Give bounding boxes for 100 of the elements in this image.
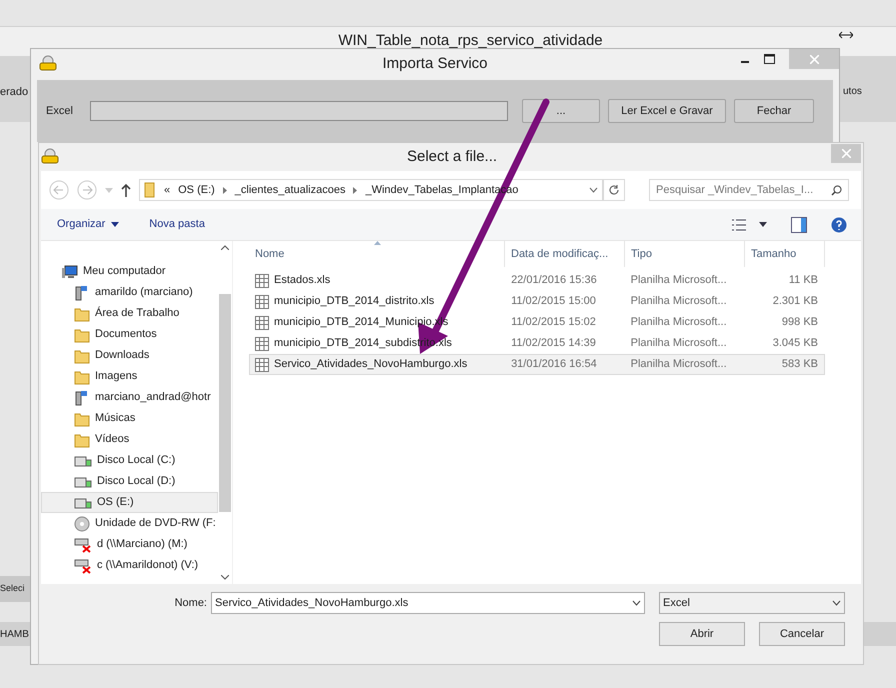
preview-pane-icon[interactable] [791,216,807,232]
table-cell-text: 11 KB [788,273,819,288]
dialog-title: Select a file... [407,146,498,167]
breadcrumb-item[interactable]: OS (E:) [178,182,215,198]
file-name: municipio_DTB_2014_distrito.xls [274,294,434,310]
network-drive-icon [74,390,90,406]
column-header[interactable]: Data de modificaç... [505,241,625,267]
nav-label: Músicas [95,411,136,426]
form-button[interactable]: Ler Excel e Gravar [608,99,726,123]
scroll-down-icon[interactable] [221,575,229,580]
nav-label: marciano_andrad@hotr [95,390,211,406]
table-cell-text: Planilha Microsoft... [630,273,728,288]
refresh-icon [608,184,620,196]
nav-label: Documentos [95,327,157,342]
folder-icon [74,368,90,384]
breadcrumb-overflow[interactable]: « [164,182,170,198]
nav-label: Imagens [95,369,138,384]
folder-icon [74,348,90,364]
caret-icon[interactable] [759,222,767,227]
dialog-button[interactable]: Abrir [659,622,745,646]
maximize-icon[interactable] [764,54,775,64]
scrollbar-thumb[interactable] [219,294,231,512]
app-logo-icon [41,148,59,164]
computer-icon [62,264,78,278]
toolbar-button[interactable]: Nova pasta [149,216,205,233]
column-header[interactable]: Tamanho [745,241,825,267]
nav-item[interactable]: marciano_andrad@hotr [41,387,218,408]
table-cell-text: 3.045 KB [772,336,819,352]
chevron-down-icon [632,600,641,606]
scroll-up-icon[interactable] [221,245,229,250]
network-drive-icon [74,284,90,300]
help-icon[interactable] [831,216,847,232]
nav-item[interactable]: d (\\Marciano) (M:) [41,534,218,555]
nav-item[interactable]: Músicas [41,408,218,429]
nav-item[interactable]: Disco Local (C:) [41,450,218,471]
nav-label: d (\\Marciano) (M:) [97,537,188,552]
nav-item[interactable]: amarildo (marciano) [41,282,218,303]
file-row[interactable]: municipio_DTB_2014_distrito.xls 11/02/2015 15:00 Planilha Microsoft... 2.301 KB [249,291,825,312]
up-arrow-icon[interactable] [121,183,131,197]
folder-icon [74,306,90,322]
dialog-title: Importa Servico [382,54,488,74]
nav-label: Disco Local (C:) [97,453,176,468]
dialog-button[interactable]: Cancelar [759,622,845,646]
file-row[interactable]: Estados.xls 22/01/2016 15:36 Planilha Microsoft... 11 KB [249,270,825,291]
file-type-select[interactable]: Excel [659,592,845,614]
table-cell-text: Planilha Microsoft... [630,336,728,352]
app-logo-icon [39,55,57,71]
form-button[interactable]: ... [522,99,600,123]
search-field[interactable]: Pesquisar _Windev_Tabelas_I... [649,179,849,201]
folder-icon [144,182,156,198]
table-cell-text: 2.301 KB [772,294,819,310]
folder-icon [74,410,90,426]
disconnected-drive-icon [74,558,92,574]
nav-item[interactable]: Imagens [41,366,218,387]
nav-item[interactable]: OS (E:) [41,492,218,513]
nav-item[interactable]: Documentos [41,324,218,345]
view-list-icon[interactable] [731,218,747,232]
folder-icon [74,326,90,342]
toolbar-label: utos [843,85,862,99]
nav-label: c (\\Amarildonot) (V:) [97,558,198,574]
nav-label: Unidade de DVD-RW (F: [95,516,216,532]
column-header[interactable]: Tipo [625,241,745,267]
spreadsheet-file-icon [254,314,270,330]
breadcrumb-item[interactable]: _clientes_atualizacoes [234,182,346,198]
nav-item[interactable]: Área de Trabalho [41,303,218,324]
chevron-right-icon [353,186,358,194]
chevron-down-icon[interactable] [589,187,598,193]
nav-item[interactable]: Meu computador [41,261,218,282]
spreadsheet-file-icon [254,272,270,288]
table-cell-text: Planilha Microsoft... [630,357,728,372]
file-name: Servico_Atividades_NovoHamburgo.xls [274,357,468,372]
tab-button[interactable]: Seleci [0,576,30,602]
toolbar-label: erado [0,85,28,100]
table-cell-text: Planilha Microsoft... [630,294,728,310]
spreadsheet-file-icon [254,336,270,352]
footer-label: HAMB [0,628,29,642]
table-cell-text: 583 KB [780,357,819,372]
nav-item[interactable]: Vídeos [41,429,218,450]
disc-icon [74,516,90,532]
nav-item[interactable]: Unidade de DVD-RW (F: [41,513,218,534]
field-label: Excel [46,104,74,119]
table-cell-text: 998 KB [780,315,819,330]
nav-item[interactable]: Disco Local (D:) [41,471,218,492]
chevron-down-icon [832,600,841,606]
nav-item[interactable]: Downloads [41,345,218,366]
spreadsheet-file-icon [254,356,270,372]
refresh-button[interactable] [603,179,625,201]
file-name-field[interactable]: Servico_Atividades_NovoHamburgo.xls [211,592,645,614]
resize-arrows-icon [839,31,853,39]
toolbar-button[interactable]: Organizar [57,216,120,233]
search-icon [831,184,842,196]
input-field[interactable] [90,101,508,121]
table-cell-text: 11/02/2015 15:02 [510,315,597,330]
nav-item[interactable]: c (\\Amarildonot) (V:) [41,555,218,576]
drive-icon [74,476,92,488]
drive-icon [74,496,92,508]
table-cell-text: Planilha Microsoft... [630,315,728,330]
nav-label: Disco Local (D:) [97,474,176,490]
file-row[interactable]: Servico_Atividades_NovoHamburgo.xls 31/01/2016 16:54 Planilha Microsoft... 583 KB [249,354,825,375]
form-button[interactable]: Fechar [734,99,814,123]
